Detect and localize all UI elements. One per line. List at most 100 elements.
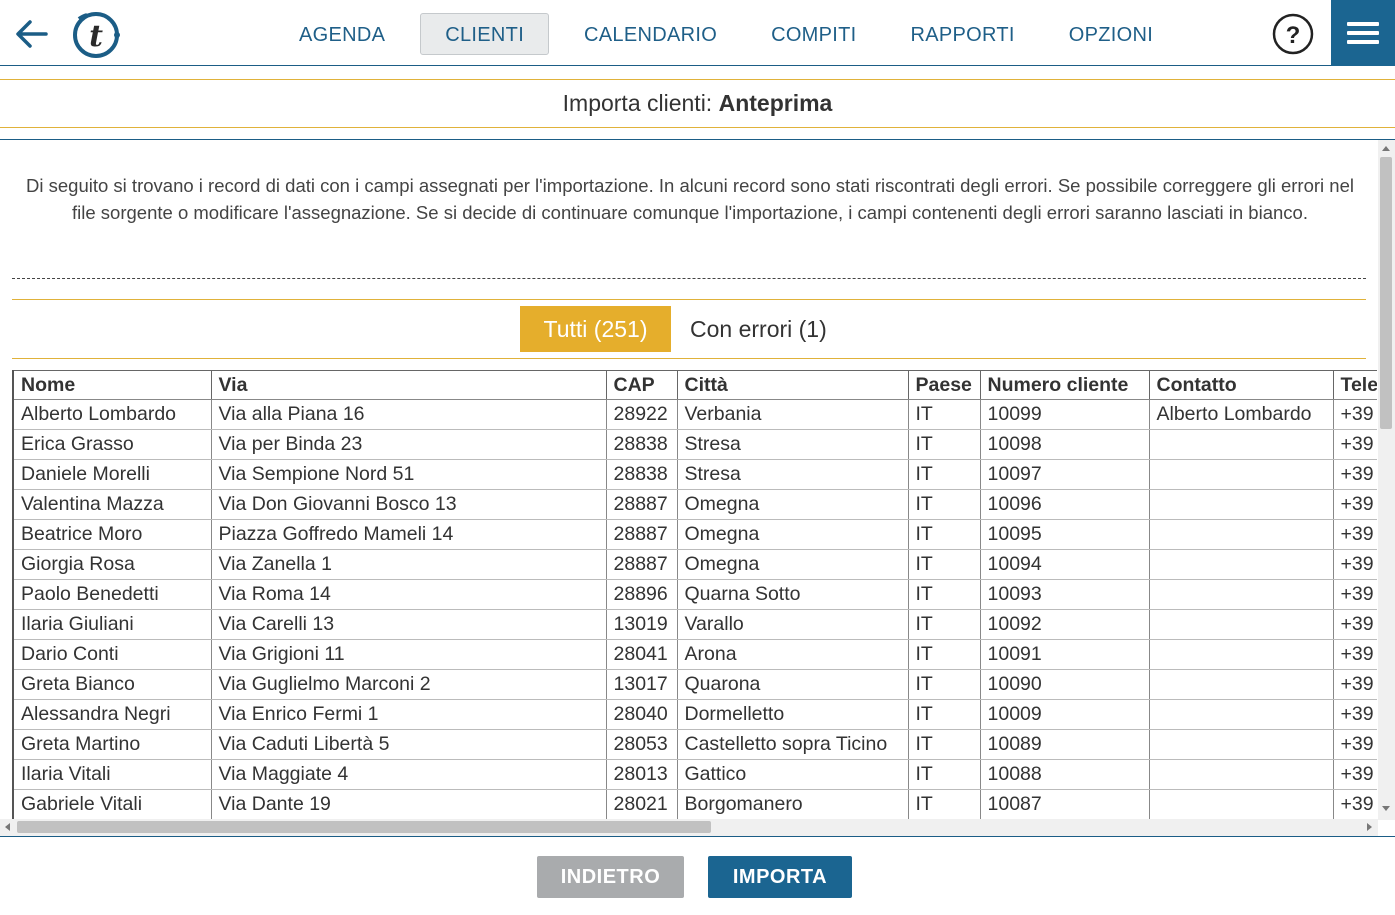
table-cell: Via Grigioni 11 bbox=[210, 639, 606, 670]
table-cell: +39 bbox=[1332, 669, 1377, 700]
table-cell: +39 bbox=[1332, 729, 1377, 760]
table-cell: IT bbox=[907, 549, 980, 580]
table-cell: 10093 bbox=[979, 579, 1149, 610]
table-cell: 10094 bbox=[979, 549, 1149, 580]
table-cell: Omegna bbox=[676, 549, 908, 580]
table-cell: Daniele Morelli bbox=[12, 459, 211, 490]
table-cell: IT bbox=[907, 399, 980, 430]
filter-tab-errors[interactable]: Con errori (1) bbox=[690, 306, 827, 352]
table-cell: 28053 bbox=[605, 729, 677, 760]
table-cell: 10095 bbox=[979, 519, 1149, 550]
table-cell: +39 bbox=[1332, 579, 1377, 610]
table-cell: 10089 bbox=[979, 729, 1149, 760]
table-row: Valentina Mazza Via Don Giovanni Bosco 13… bbox=[12, 489, 1377, 520]
nav-item-agenda[interactable]: AGENDA bbox=[280, 13, 404, 55]
table-cell: Ilaria Vitali bbox=[12, 759, 211, 790]
horizontal-scrollbar[interactable] bbox=[0, 819, 1378, 836]
table-cell: 10090 bbox=[979, 669, 1149, 700]
table-cell: Gabriele Vitali bbox=[12, 789, 211, 819]
table-cell: Via Maggiate 4 bbox=[210, 759, 606, 790]
table-cell: +39 bbox=[1332, 609, 1377, 640]
table-cell: +39 bbox=[1332, 759, 1377, 790]
scroll-down-icon[interactable] bbox=[1382, 806, 1390, 811]
table-cell: Dario Conti bbox=[12, 639, 211, 670]
app-logo-icon[interactable]: t bbox=[70, 9, 122, 61]
table-row: Giorgia Rosa Via Zanella 1 28887 Omegna IT 10… bbox=[12, 549, 1377, 580]
table-cell: IT bbox=[907, 699, 980, 730]
table-cell: 10099 bbox=[979, 399, 1149, 430]
table-row: Paolo Benedetti Via Roma 14 28896 Quarna So… bbox=[12, 579, 1377, 610]
table-cell: 10091 bbox=[979, 639, 1149, 670]
table-cell: 28887 bbox=[605, 549, 677, 580]
table-cell: Quarona bbox=[676, 669, 908, 700]
nav-item-calendario[interactable]: CALENDARIO bbox=[565, 13, 736, 55]
table-cell: Varallo bbox=[676, 609, 908, 640]
table-cell: IT bbox=[907, 669, 980, 700]
table-cell: Piazza Goffredo Mameli 14 bbox=[210, 519, 606, 550]
table-header-row: Nome Via CAP Città Paese Numero cliente Contat… bbox=[12, 370, 1377, 400]
table-cell: Via alla Piana 16 bbox=[210, 399, 606, 430]
nav-item-opzioni[interactable]: OPZIONI bbox=[1050, 13, 1172, 55]
table-cell: Verbania bbox=[676, 399, 908, 430]
back-button[interactable]: INDIETRO bbox=[537, 856, 684, 898]
column-header: CAP bbox=[605, 370, 677, 400]
table-cell: +39 bbox=[1332, 459, 1377, 490]
table-cell: +39 bbox=[1332, 789, 1377, 819]
back-arrow-icon[interactable] bbox=[12, 14, 52, 54]
divider bbox=[0, 139, 1395, 140]
table-cell: Stresa bbox=[676, 429, 908, 460]
column-header: Paese bbox=[907, 370, 980, 400]
table-cell: IT bbox=[907, 459, 980, 490]
table-cell: +39 bbox=[1332, 399, 1377, 430]
filter-tab-all[interactable]: Tutti (251) bbox=[520, 306, 671, 352]
table-cell: IT bbox=[907, 609, 980, 640]
table-cell bbox=[1148, 699, 1333, 730]
table-cell bbox=[1148, 729, 1333, 760]
page-title-bold: Anteprima bbox=[718, 90, 833, 116]
table-cell bbox=[1148, 489, 1333, 520]
table-cell bbox=[1148, 459, 1333, 490]
table-cell: 28013 bbox=[605, 759, 677, 790]
preview-table-container: Nome Via CAP Città Paese Numero cliente Contat… bbox=[12, 370, 1377, 819]
table-cell: Valentina Mazza bbox=[12, 489, 211, 520]
table-cell: Giorgia Rosa bbox=[12, 549, 211, 580]
column-header: Numero cliente bbox=[979, 370, 1149, 400]
nav-item-rapporti[interactable]: RAPPORTI bbox=[892, 13, 1034, 55]
table-cell bbox=[1148, 789, 1333, 819]
nav-item-compiti[interactable]: COMPITI bbox=[752, 13, 875, 55]
table-cell: +39 bbox=[1332, 429, 1377, 460]
scroll-thumb[interactable] bbox=[1380, 157, 1392, 429]
table-cell bbox=[1148, 609, 1333, 640]
table-cell: Ilaria Giuliani bbox=[12, 609, 211, 640]
table-cell: 10098 bbox=[979, 429, 1149, 460]
table-cell: IT bbox=[907, 639, 980, 670]
divider bbox=[0, 836, 1395, 837]
table-cell bbox=[1148, 759, 1333, 790]
table-cell: +39 bbox=[1332, 549, 1377, 580]
table-cell: 10088 bbox=[979, 759, 1149, 790]
help-icon[interactable]: ? bbox=[1272, 13, 1314, 55]
vertical-scrollbar[interactable] bbox=[1378, 140, 1395, 820]
scroll-left-icon[interactable] bbox=[5, 823, 10, 831]
column-header: Città bbox=[676, 370, 908, 400]
table-cell bbox=[1148, 669, 1333, 700]
nav-item-clienti[interactable]: CLIENTI bbox=[420, 13, 550, 55]
hamburger-menu-icon[interactable] bbox=[1331, 0, 1395, 66]
table-row: Beatrice Moro Piazza Goffredo Mameli 14 28… bbox=[12, 519, 1377, 550]
divider bbox=[12, 358, 1366, 359]
table-cell: +39 bbox=[1332, 519, 1377, 550]
table-cell: IT bbox=[907, 579, 980, 610]
table-cell: Via Caduti Libertà 5 bbox=[210, 729, 606, 760]
scroll-right-icon[interactable] bbox=[1367, 823, 1372, 831]
table-cell: Via Dante 19 bbox=[210, 789, 606, 819]
table-cell: Beatrice Moro bbox=[12, 519, 211, 550]
table-cell: Via Sempione Nord 51 bbox=[210, 459, 606, 490]
scroll-thumb[interactable] bbox=[17, 821, 711, 833]
table-cell: Erica Grasso bbox=[12, 429, 211, 460]
table-cell: Via Don Giovanni Bosco 13 bbox=[210, 489, 606, 520]
table-row: Dario Conti Via Grigioni 11 28041 Arona IT 10… bbox=[12, 639, 1377, 670]
column-header: Tele bbox=[1332, 370, 1377, 400]
scroll-up-icon[interactable] bbox=[1382, 146, 1390, 151]
column-header: Via bbox=[210, 370, 606, 400]
import-button[interactable]: IMPORTA bbox=[708, 856, 852, 898]
